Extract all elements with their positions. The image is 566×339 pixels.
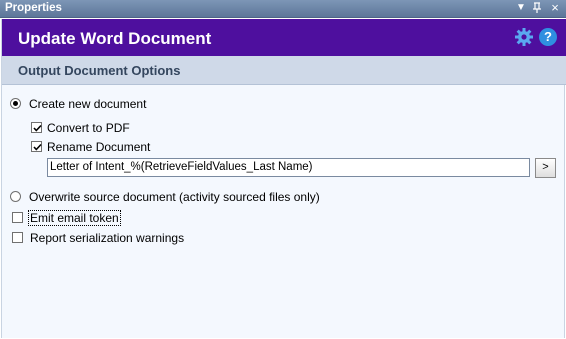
rename-document-checkbox[interactable] — [31, 141, 42, 152]
activity-title: Update Word Document — [18, 29, 212, 48]
report-warnings-checkbox[interactable] — [12, 232, 23, 243]
dropdown-icon[interactable]: ▼ — [514, 1, 528, 15]
help-icon[interactable]: ? — [539, 28, 557, 46]
window-title: Properties — [5, 2, 62, 14]
close-icon[interactable]: × — [548, 1, 562, 15]
overwrite-source-radio[interactable] — [10, 191, 21, 202]
rename-name-field[interactable]: Letter of Intent_%(RetrieveFieldValues_L… — [47, 158, 530, 177]
create-new-label[interactable]: Create new document — [29, 97, 146, 111]
activity-header: Update Word Document ? — [2, 19, 566, 56]
rename-document-label[interactable]: Rename Document — [47, 140, 150, 154]
properties-titlebar: Properties ▼ × — [0, 0, 566, 18]
properties-panel: Update Word Document ? Output Document O… — [1, 19, 566, 338]
section-header: Output Document Options — [2, 56, 566, 85]
convert-pdf-checkbox[interactable] — [31, 122, 42, 133]
create-new-radio[interactable] — [10, 98, 21, 109]
emit-email-token-label[interactable]: Emit email token — [28, 210, 121, 226]
expression-browse-button[interactable]: > — [535, 158, 556, 178]
pin-icon[interactable] — [530, 1, 544, 15]
convert-pdf-label[interactable]: Convert to PDF — [47, 121, 130, 135]
report-warnings-label[interactable]: Report serialization warnings — [30, 231, 184, 245]
gear-icon[interactable] — [514, 27, 534, 47]
overwrite-source-label[interactable]: Overwrite source document (activity sour… — [29, 190, 320, 204]
section-title: Output Document Options — [18, 63, 181, 78]
emit-email-token-checkbox[interactable] — [12, 212, 23, 223]
